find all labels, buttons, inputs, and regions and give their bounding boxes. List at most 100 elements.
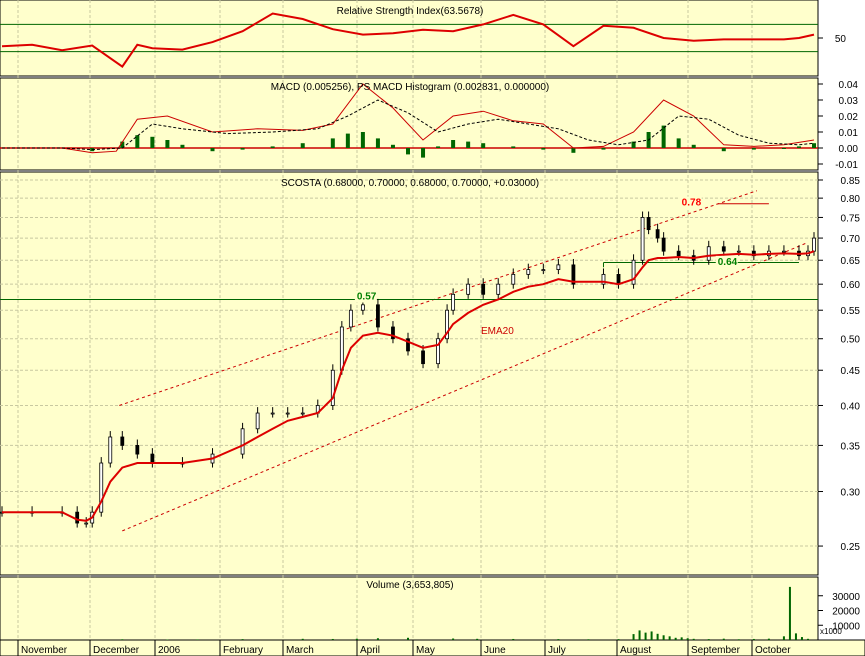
price-candle bbox=[481, 283, 486, 295]
price-candle bbox=[466, 283, 471, 295]
macd-histogram-bar bbox=[436, 146, 441, 148]
price-candle bbox=[706, 246, 711, 261]
macd-histogram-bar bbox=[330, 138, 335, 148]
volume-bar bbox=[680, 637, 683, 640]
month-label: November bbox=[21, 645, 68, 656]
macd-histogram-bar bbox=[390, 144, 395, 148]
volume-bar bbox=[656, 633, 659, 640]
macd-histogram-bar bbox=[300, 143, 305, 148]
macd-histogram-bar bbox=[406, 148, 410, 155]
price-candle bbox=[255, 412, 260, 430]
price-tick-label: 0.35 bbox=[841, 441, 861, 452]
price-tick-label: 0.50 bbox=[841, 335, 861, 346]
macd-histogram-bar bbox=[150, 136, 155, 148]
annotation-label: 0.78 bbox=[682, 198, 702, 209]
volume-bar bbox=[800, 637, 803, 640]
price-tick-label: 0.70 bbox=[841, 234, 861, 245]
volume-bar bbox=[644, 632, 647, 640]
volume-bar bbox=[196, 639, 199, 640]
volume-bar bbox=[767, 638, 770, 640]
month-label: 2006 bbox=[158, 645, 181, 656]
macd-histogram-bar bbox=[796, 146, 801, 148]
volume-unit-label: x1000 bbox=[820, 627, 842, 636]
volume-bar bbox=[512, 638, 515, 640]
macd-histogram-bar bbox=[360, 132, 365, 148]
annotation-label: 0.57 bbox=[357, 292, 377, 303]
background-layer bbox=[0, 0, 865, 656]
price-candle bbox=[451, 293, 456, 311]
price-candle bbox=[556, 264, 561, 270]
price-candle bbox=[646, 217, 651, 231]
price-tick-label: 0.65 bbox=[841, 256, 861, 267]
macd-tick-label: -0.01 bbox=[835, 160, 858, 171]
volume-bar bbox=[650, 631, 653, 640]
macd-histogram-bar bbox=[676, 138, 681, 148]
volume-tick-label: 20000 bbox=[832, 607, 860, 618]
macd-histogram-bar bbox=[240, 148, 245, 150]
macd-histogram-bar bbox=[541, 148, 546, 150]
month-label: April bbox=[360, 645, 380, 656]
month-label: May bbox=[416, 645, 435, 656]
volume-bar bbox=[121, 639, 124, 640]
price-tick-label: 0.55 bbox=[841, 306, 861, 317]
price-candle bbox=[120, 436, 125, 446]
macd-histogram-bar bbox=[511, 146, 516, 148]
price-candle bbox=[376, 304, 380, 328]
price-candle bbox=[270, 412, 275, 415]
panel-price bbox=[0, 171, 819, 576]
volume-bar bbox=[476, 638, 479, 640]
price-candle bbox=[135, 445, 140, 455]
volume-bar bbox=[674, 637, 677, 640]
volume-bar bbox=[376, 638, 379, 640]
volume-bar bbox=[782, 636, 785, 640]
macd-histogram-bar bbox=[751, 148, 756, 150]
volume-bar bbox=[355, 638, 358, 640]
macd-histogram-bar bbox=[812, 143, 816, 148]
price-candle bbox=[240, 428, 245, 455]
price-title: SCOSTA (0.68000, 0.70000, 0.68000, 0.700… bbox=[281, 178, 539, 189]
price-candle bbox=[655, 229, 660, 239]
macd-histogram-bar bbox=[375, 138, 380, 148]
rsi-title: Relative Strength Index(63.5678) bbox=[337, 6, 484, 17]
volume-bar bbox=[794, 633, 797, 640]
macd-histogram-bar bbox=[571, 148, 576, 153]
price-candle bbox=[496, 283, 501, 295]
price-candle bbox=[360, 304, 365, 311]
month-label: March bbox=[286, 645, 314, 656]
macd-histogram-bar bbox=[781, 148, 786, 149]
price-candle bbox=[616, 273, 621, 285]
volume-bar bbox=[788, 586, 791, 640]
macd-histogram-bar bbox=[165, 140, 170, 148]
volume-bar bbox=[707, 639, 710, 640]
volume-tick-label: 30000 bbox=[832, 592, 860, 603]
volume-bar bbox=[722, 638, 725, 640]
annotation-label: 0.64 bbox=[718, 257, 738, 268]
price-candle bbox=[676, 250, 681, 257]
volume-bar bbox=[638, 630, 641, 640]
price-candle bbox=[300, 412, 305, 415]
price-candle bbox=[421, 350, 425, 365]
volume-bar bbox=[668, 636, 671, 640]
macd-histogram-bar bbox=[210, 148, 215, 152]
price-tick-label: 0.75 bbox=[841, 213, 861, 224]
price-tick-label: 0.40 bbox=[841, 401, 861, 412]
price-candle bbox=[511, 273, 516, 285]
price-tick-label: 0.85 bbox=[841, 176, 861, 187]
macd-histogram-bar bbox=[451, 140, 456, 148]
macd-histogram-bar bbox=[481, 143, 486, 148]
price-candle bbox=[661, 237, 666, 252]
macd-tick-label: 0.01 bbox=[839, 128, 859, 139]
month-label: December bbox=[93, 645, 140, 656]
month-label: September bbox=[691, 645, 741, 656]
macd-histogram-bar bbox=[180, 144, 185, 148]
volume-bar bbox=[692, 638, 695, 640]
macd-histogram-bar bbox=[721, 148, 726, 152]
macd-tick-label: 0.02 bbox=[839, 112, 859, 123]
price-candle bbox=[736, 250, 741, 253]
volume-bar bbox=[557, 639, 560, 640]
volume-bar bbox=[632, 634, 635, 640]
price-candle bbox=[541, 269, 546, 271]
macd-tick-label: 0.03 bbox=[839, 96, 859, 107]
volume-bar bbox=[752, 638, 755, 640]
macd-title: MACD (0.005256), PS MACD Histogram (0.00… bbox=[271, 82, 549, 93]
